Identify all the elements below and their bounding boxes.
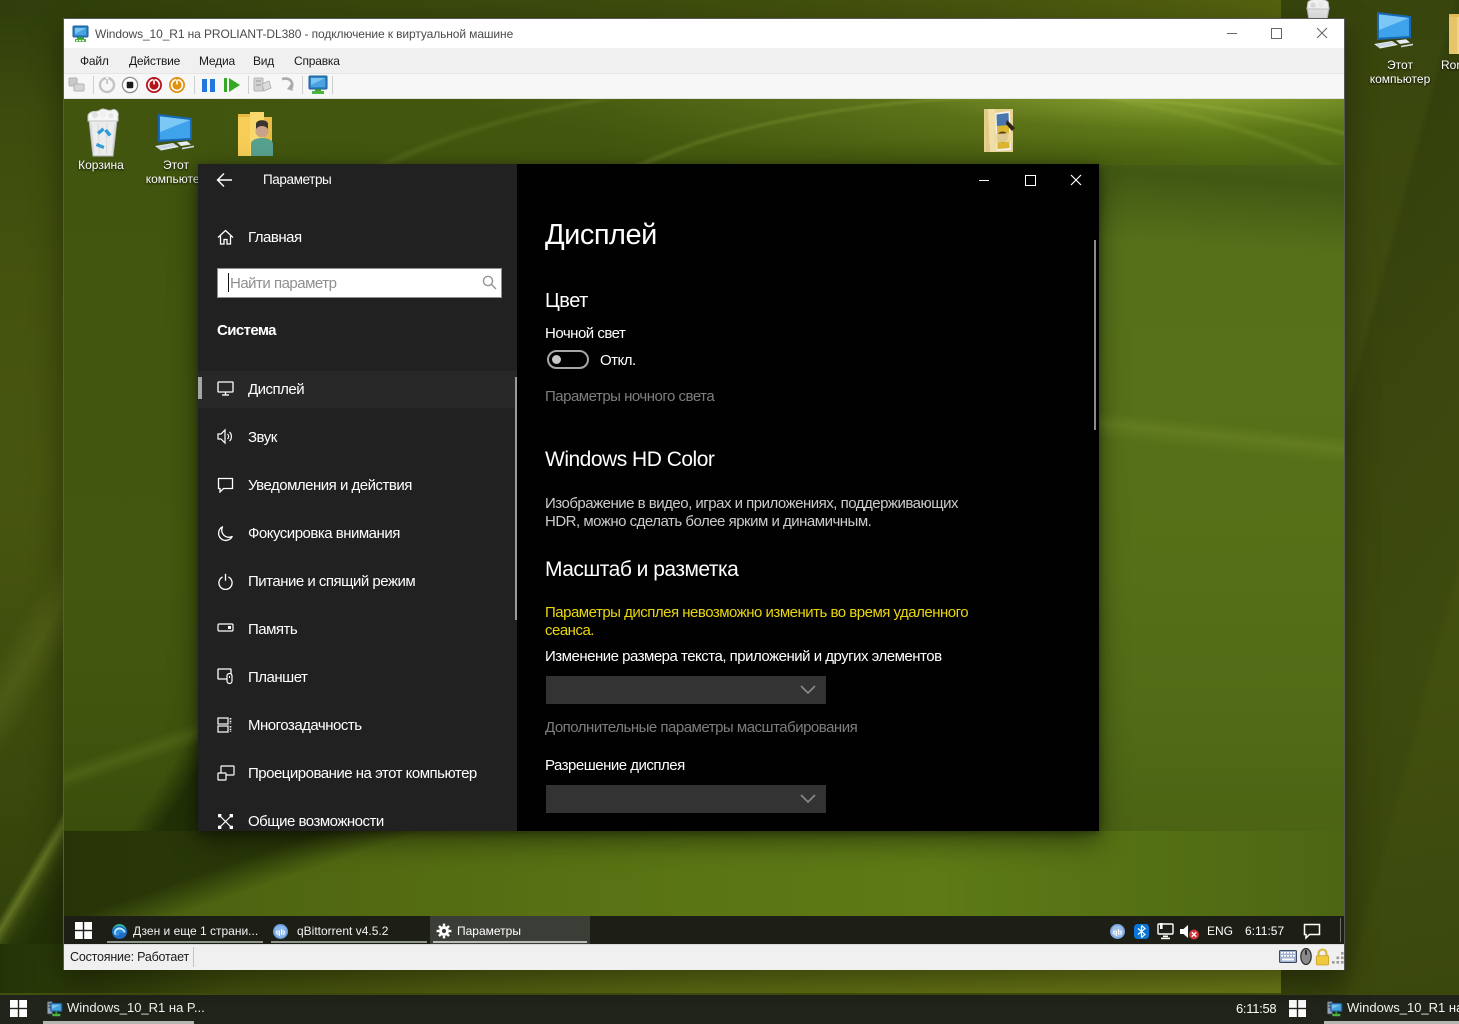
- svg-text:qb: qb: [276, 927, 286, 936]
- svg-text:qb: qb: [1113, 927, 1123, 936]
